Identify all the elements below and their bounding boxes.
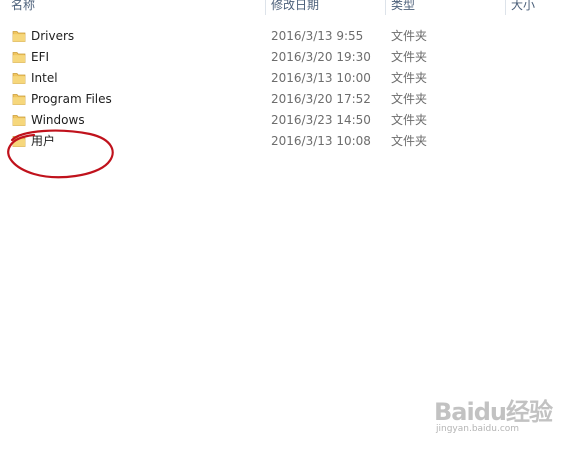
file-type: 文件夹 bbox=[391, 29, 428, 43]
file-name: 用户 bbox=[31, 134, 56, 148]
column-divider[interactable] bbox=[505, 0, 506, 15]
file-row-windows[interactable]: Windows 2016/3/23 14:50 文件夹 bbox=[0, 110, 565, 131]
file-modified: 2016/3/13 10:00 bbox=[271, 71, 371, 85]
column-divider[interactable] bbox=[265, 0, 266, 15]
column-header-name[interactable]: 名称 bbox=[7, 0, 265, 15]
folder-icon bbox=[12, 115, 26, 126]
folder-icon bbox=[12, 31, 26, 42]
file-row-drivers[interactable]: Drivers 2016/3/13 9:55 文件夹 bbox=[0, 26, 565, 47]
column-header-type[interactable]: 类型 bbox=[387, 0, 505, 15]
folder-icon bbox=[12, 136, 26, 147]
baidu-jingyan-watermark: Baidu经验 jingyan.baidu.com bbox=[434, 392, 562, 442]
folder-icon bbox=[12, 94, 26, 105]
file-type: 文件夹 bbox=[391, 92, 428, 106]
folder-icon bbox=[12, 73, 26, 84]
watermark-url: jingyan.baidu.com bbox=[436, 424, 520, 434]
file-name: EFI bbox=[31, 50, 50, 64]
column-divider[interactable] bbox=[385, 0, 386, 15]
column-header-size[interactable]: 大小 bbox=[507, 0, 565, 15]
folder-icon bbox=[12, 52, 26, 63]
file-name: Drivers bbox=[31, 29, 75, 43]
file-type: 文件夹 bbox=[391, 50, 428, 64]
file-row-program-files[interactable]: Program Files 2016/3/20 17:52 文件夹 bbox=[0, 89, 565, 110]
file-modified: 2016/3/20 17:52 bbox=[271, 92, 371, 106]
file-name: Windows bbox=[31, 113, 85, 127]
file-modified: 2016/3/20 19:30 bbox=[271, 50, 371, 64]
file-row-users[interactable]: 用户 2016/3/13 10:08 文件夹 bbox=[0, 131, 565, 152]
file-row-efi[interactable]: EFI 2016/3/20 19:30 文件夹 bbox=[0, 47, 565, 68]
file-name: Intel bbox=[31, 71, 58, 85]
column-header-bar: 名称 修改日期 类型 大小 bbox=[0, 0, 565, 15]
file-modified: 2016/3/13 10:08 bbox=[271, 134, 371, 148]
file-name: Program Files bbox=[31, 92, 112, 106]
file-row-intel[interactable]: Intel 2016/3/13 10:00 文件夹 bbox=[0, 68, 565, 89]
file-type: 文件夹 bbox=[391, 134, 428, 148]
file-type: 文件夹 bbox=[391, 71, 428, 85]
file-type: 文件夹 bbox=[391, 113, 428, 127]
column-header-modified[interactable]: 修改日期 bbox=[267, 0, 385, 15]
watermark-logo: Baidu经验 bbox=[434, 398, 553, 426]
file-modified: 2016/3/13 9:55 bbox=[271, 29, 364, 43]
file-modified: 2016/3/23 14:50 bbox=[271, 113, 371, 127]
